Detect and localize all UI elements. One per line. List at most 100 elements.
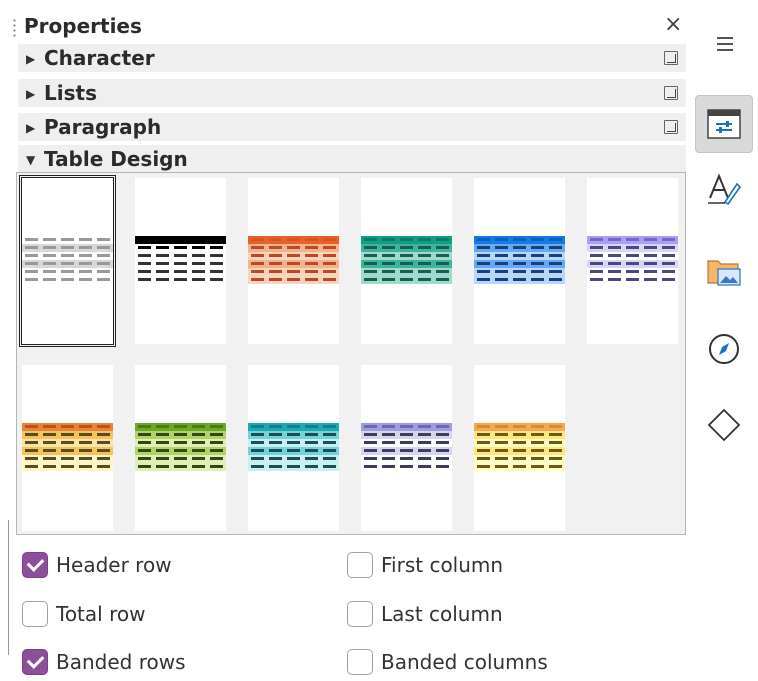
checkbox-label: Header row bbox=[56, 553, 172, 577]
preview-dash bbox=[97, 457, 110, 460]
checkbox-box[interactable] bbox=[22, 601, 48, 627]
preview-dash bbox=[513, 254, 526, 257]
preview-row bbox=[22, 276, 113, 284]
preview-dash bbox=[210, 449, 223, 452]
preview-dash bbox=[531, 262, 544, 265]
preview-dash bbox=[79, 238, 92, 241]
preview-dash bbox=[626, 262, 639, 265]
preview-row bbox=[135, 431, 226, 439]
preview-dash bbox=[477, 433, 490, 436]
panel-grip-icon[interactable] bbox=[13, 18, 16, 38]
more-options-icon[interactable] bbox=[664, 120, 678, 134]
preview-dash bbox=[43, 270, 56, 273]
sidebar-tab-gallery[interactable] bbox=[695, 242, 753, 300]
sidebar-tab-navigator[interactable] bbox=[695, 320, 753, 378]
checkbox-box[interactable] bbox=[347, 552, 373, 578]
first-column-checkbox[interactable]: First column bbox=[347, 551, 503, 579]
section-paragraph[interactable]: ▶ Paragraph bbox=[18, 113, 686, 141]
more-options-icon[interactable] bbox=[664, 86, 678, 100]
sidebar-tab-styles[interactable] bbox=[695, 160, 753, 218]
preview-dash bbox=[97, 238, 110, 241]
preview-dash bbox=[531, 425, 544, 428]
preview-dash bbox=[382, 278, 395, 281]
table-style-cyan[interactable] bbox=[248, 365, 339, 531]
style-preview bbox=[361, 423, 452, 475]
preview-dash bbox=[418, 238, 431, 241]
sidebar-menu-icon[interactable] bbox=[717, 37, 733, 51]
preview-dash bbox=[61, 270, 74, 273]
preview-dash bbox=[43, 238, 56, 241]
preview-dash bbox=[269, 262, 282, 265]
preview-row bbox=[361, 423, 452, 431]
preview-dash bbox=[400, 457, 413, 460]
preview-dash bbox=[251, 441, 264, 444]
more-options-icon[interactable] bbox=[664, 51, 678, 65]
header-row-checkbox[interactable]: Header row bbox=[22, 551, 172, 579]
table-style-black[interactable] bbox=[135, 178, 226, 344]
preview-dash bbox=[25, 449, 38, 452]
sidebar-tab-shapes[interactable] bbox=[695, 396, 753, 454]
preview-dash bbox=[513, 425, 526, 428]
preview-dash bbox=[192, 465, 205, 468]
preview-dash bbox=[138, 457, 151, 460]
checkbox-box[interactable] bbox=[22, 552, 48, 578]
preview-dash bbox=[97, 465, 110, 468]
preview-dash bbox=[495, 254, 508, 257]
table-style-autumn[interactable] bbox=[22, 365, 113, 531]
preview-dash bbox=[269, 433, 282, 436]
total-row-checkbox[interactable]: Total row bbox=[22, 600, 145, 628]
preview-dash bbox=[323, 457, 336, 460]
table-style-yellow[interactable] bbox=[474, 365, 565, 531]
preview-dash bbox=[418, 246, 431, 249]
preview-dash bbox=[590, 238, 603, 241]
preview-dash bbox=[97, 425, 110, 428]
table-style-blue[interactable] bbox=[474, 178, 565, 344]
preview-dash bbox=[323, 433, 336, 436]
table-style-orange[interactable] bbox=[248, 178, 339, 344]
banded-rows-checkbox[interactable]: Banded rows bbox=[22, 648, 186, 676]
preview-dash bbox=[400, 278, 413, 281]
checkbox-box[interactable] bbox=[22, 649, 48, 675]
preview-dash bbox=[495, 246, 508, 249]
checkbox-label: Last column bbox=[381, 602, 503, 626]
preview-row bbox=[361, 431, 452, 439]
section-table-design[interactable]: ▼ Table Design bbox=[18, 145, 686, 173]
expand-triangle-icon: ▶ bbox=[26, 52, 36, 66]
preview-dash bbox=[156, 465, 169, 468]
table-style-default[interactable] bbox=[19, 175, 116, 347]
section-character[interactable]: ▶ Character bbox=[18, 44, 686, 72]
preview-dash bbox=[61, 246, 74, 249]
checkbox-box[interactable] bbox=[347, 601, 373, 627]
preview-dash bbox=[323, 441, 336, 444]
table-style-green[interactable] bbox=[135, 365, 226, 531]
close-icon[interactable]: × bbox=[664, 14, 682, 36]
banded-columns-checkbox[interactable]: Banded columns bbox=[347, 648, 548, 676]
preview-dash bbox=[43, 262, 56, 265]
preview-dash bbox=[400, 465, 413, 468]
preview-dash bbox=[79, 270, 92, 273]
preview-row bbox=[22, 455, 113, 463]
table-style-slate[interactable] bbox=[361, 365, 452, 531]
style-preview bbox=[361, 236, 452, 288]
preview-dash bbox=[79, 425, 92, 428]
last-column-checkbox[interactable]: Last column bbox=[347, 600, 503, 628]
section-lists[interactable]: ▶ Lists bbox=[18, 79, 686, 107]
sidebar-tab-properties[interactable] bbox=[695, 95, 753, 153]
preview-dash bbox=[287, 246, 300, 249]
preview-dash bbox=[382, 441, 395, 444]
preview-dash bbox=[531, 278, 544, 281]
preview-dash bbox=[436, 425, 449, 428]
table-style-lavender[interactable] bbox=[587, 178, 678, 344]
preview-row bbox=[22, 260, 113, 268]
preview-dash bbox=[626, 238, 639, 241]
preview-dash bbox=[477, 270, 490, 273]
preview-dash bbox=[495, 441, 508, 444]
preview-row bbox=[474, 423, 565, 431]
checkbox-box[interactable] bbox=[347, 649, 373, 675]
preview-dash bbox=[436, 457, 449, 460]
preview-row bbox=[587, 236, 678, 244]
preview-dash bbox=[495, 262, 508, 265]
table-style-teal[interactable] bbox=[361, 178, 452, 344]
preview-row bbox=[474, 439, 565, 447]
preview-dash bbox=[138, 246, 151, 249]
